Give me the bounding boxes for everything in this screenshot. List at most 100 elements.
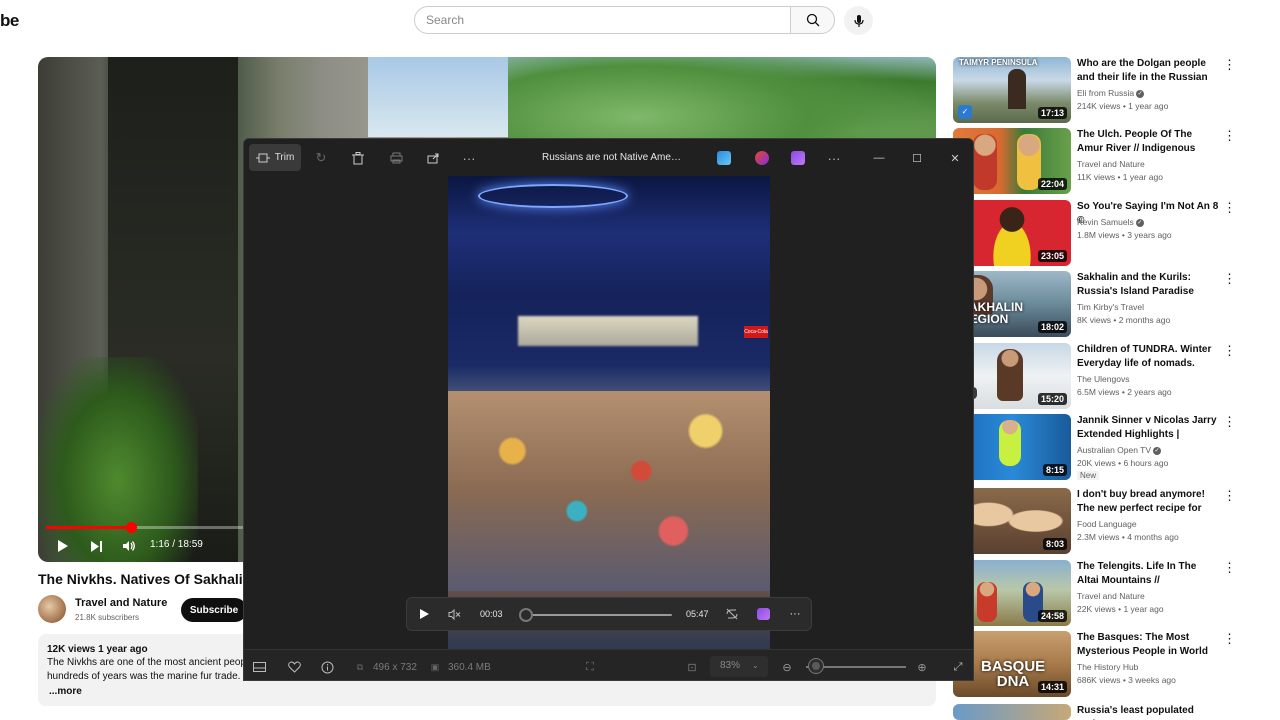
zoom-slider-thumb[interactable]	[809, 659, 823, 673]
zoom-out-button[interactable]: ⊖	[779, 659, 795, 675]
zoom-out-icon: ⊖	[782, 661, 792, 674]
recommended-channel-name: Travel and Nature	[1077, 591, 1145, 601]
more-actions-icon[interactable]: ⋮	[1223, 344, 1236, 357]
fit-to-window-button[interactable]: ⛶	[582, 659, 598, 675]
mute-button[interactable]	[445, 605, 463, 623]
recommended-video-title[interactable]: The Basques: The Most Mysterious People …	[1077, 631, 1219, 659]
recommended-channel-name: Tim Kirby's Travel	[1077, 302, 1144, 312]
media-total-time: 05:47	[686, 609, 709, 619]
recommended-video[interactable]: 22:04 The Ulch. People Of The Amur River…	[953, 128, 1269, 194]
recommended-video-title[interactable]: The Telengits. Life In The Altai Mountai…	[1077, 560, 1219, 588]
recommended-video[interactable]: 24:58 The Telengits. Life In The Altai M…	[953, 560, 1269, 626]
filmstrip-button[interactable]	[251, 659, 267, 675]
file-info-button[interactable]	[319, 659, 335, 675]
channel-name[interactable]: Travel and Nature	[75, 597, 167, 609]
recommended-video-title[interactable]: Children of TUNDRA. Winter Everyday life…	[1077, 343, 1219, 371]
next-button[interactable]	[87, 535, 105, 557]
video-progress-bar[interactable]	[46, 522, 276, 533]
rotate-button[interactable]: ↻	[310, 147, 332, 169]
recommended-video[interactable]: TAIMYR PENINSULA ✓ 17:13 Who are the Dol…	[953, 57, 1269, 123]
zoom-in-button[interactable]: ⊕	[914, 659, 930, 675]
more-actions-icon[interactable]: ⋮	[1223, 415, 1236, 428]
recommended-video-title[interactable]: The Ulch. People Of The Amur River // In…	[1077, 128, 1219, 156]
video-duration: 14:31	[1037, 681, 1067, 693]
youtube-logo[interactable]: be	[0, 11, 19, 31]
more-options-button[interactable]: ···	[458, 147, 480, 169]
recommended-video-title[interactable]: Sakhalin and the Kurils: Russia's Island…	[1077, 271, 1219, 299]
recommended-channel[interactable]: Australian Open TV ✓	[1077, 445, 1162, 455]
recommended-channel[interactable]: Tim Kirby's Travel	[1077, 302, 1144, 312]
search-input[interactable]: Search	[414, 6, 790, 34]
more-apps-button[interactable]: ···	[823, 147, 845, 169]
close-button[interactable]: ✕	[940, 145, 970, 171]
more-actions-icon[interactable]: ⋮	[1223, 489, 1236, 502]
recommended-channel[interactable]: Food Language	[1077, 519, 1137, 529]
subscribe-button[interactable]: Subscribe	[181, 598, 247, 622]
fullscreen-button[interactable]: ⤢	[950, 659, 966, 675]
media-file-size: 360.4 MB	[448, 662, 491, 673]
thumbnail-figure	[1008, 69, 1026, 109]
search-button[interactable]	[790, 6, 835, 34]
video-title: The Nivkhs. Natives Of Sakhalin	[38, 571, 252, 587]
media-play-button[interactable]	[415, 605, 433, 623]
trim-button[interactable]: Trim	[249, 144, 301, 171]
actual-size-button[interactable]: ⊡	[684, 659, 700, 675]
recommended-video-title[interactable]: I don't buy bread anymore! The new perfe…	[1077, 488, 1219, 516]
more-actions-icon[interactable]: ⋮	[1223, 272, 1236, 285]
recommended-channel[interactable]: Travel and Nature	[1077, 159, 1145, 169]
more-actions-icon[interactable]: ⋮	[1223, 561, 1236, 574]
designer-app-icon[interactable]	[755, 151, 769, 165]
recommended-video[interactable]: 8:03 I don't buy bread anymore! The new …	[953, 488, 1269, 554]
close-icon: ✕	[950, 152, 960, 165]
recommended-channel[interactable]: Eli from Russia ✓	[1077, 88, 1145, 98]
more-actions-icon[interactable]: ⋮	[1223, 129, 1236, 142]
recommended-meta: 22K views • 1 year ago	[1077, 604, 1164, 614]
recommended-video-title[interactable]: Jannik Sinner v Nicolas Jarry Extended H…	[1077, 414, 1219, 442]
rotate-icon: ↻	[315, 150, 327, 165]
coca-cola-sign: Coca-Cola	[744, 326, 768, 338]
clipchamp-icon	[756, 608, 770, 620]
recommended-channel[interactable]: The History Hub	[1077, 662, 1138, 672]
more-actions-icon[interactable]: ⋮	[1223, 201, 1236, 214]
minimize-icon: —	[873, 152, 885, 164]
favorite-button[interactable]	[286, 659, 302, 675]
recommended-video-title[interactable]: Who are the Dolgan people and their life…	[1077, 57, 1219, 85]
clipchamp-app-icon[interactable]	[791, 151, 805, 165]
clipchamp-edit-button[interactable]	[754, 605, 772, 623]
play-button[interactable]	[54, 535, 72, 557]
print-button[interactable]	[385, 147, 407, 169]
recommended-video[interactable]: 8:15 Jannik Sinner v Nicolas Jarry Exten…	[953, 414, 1269, 480]
media-seek-scrubber[interactable]	[519, 608, 533, 622]
volume-button[interactable]	[120, 535, 138, 557]
media-seek-bar[interactable]	[526, 614, 672, 616]
delete-button[interactable]	[347, 147, 369, 169]
more-actions-icon[interactable]: ⋮	[1223, 632, 1236, 645]
share-button[interactable]	[422, 147, 444, 169]
recommended-video[interactable]: SAKHALIN REGION 18:02 Sakhalin and the K…	[953, 271, 1269, 337]
media-player-window[interactable]: Trim ↻ ··· Russians are not Native Ameri…	[243, 138, 974, 681]
zoom-level-select[interactable]: 83% ⌄	[710, 656, 768, 677]
show-more-link[interactable]: ...more	[49, 686, 82, 697]
recommended-channel[interactable]: Travel and Nature	[1077, 591, 1145, 601]
more-actions-icon[interactable]: ⋮	[1223, 58, 1236, 71]
edit-app-icon[interactable]	[717, 151, 731, 165]
zoom-level-value: 83%	[720, 660, 741, 671]
recommended-video[interactable]: Russia's least populated region:	[953, 704, 1269, 720]
voice-search-button[interactable]	[844, 6, 873, 35]
recommended-channel[interactable]: The Ulengovs	[1077, 374, 1129, 384]
media-more-button[interactable]: ···	[786, 605, 804, 623]
recommended-channel[interactable]: Kevin Samuels ✓	[1077, 217, 1144, 227]
recommended-video[interactable]: 15:20 Children of TUNDRA. Winter Everyda…	[953, 343, 1269, 409]
channel-avatar[interactable]	[38, 595, 66, 623]
media-video-frame[interactable]: Coca-Cola	[448, 176, 770, 649]
minimize-button[interactable]: —	[864, 145, 894, 171]
recommended-video[interactable]: 23:05 So You're Saying I'm Not An 8 © Ke…	[953, 200, 1269, 266]
maximize-button[interactable]: ☐	[902, 145, 932, 171]
recommended-video[interactable]: BASQUE DNA 14:31 The Basques: The Most M…	[953, 631, 1269, 697]
media-dimensions: 496 x 732	[373, 662, 417, 673]
verified-icon: ✓	[1136, 89, 1145, 98]
video-thumbnail[interactable]: TAIMYR PENINSULA ✓ 17:13	[953, 57, 1071, 123]
video-thumbnail[interactable]	[953, 704, 1071, 720]
recommended-video-title[interactable]: Russia's least populated region:	[1077, 704, 1219, 720]
loop-button[interactable]	[723, 605, 741, 623]
